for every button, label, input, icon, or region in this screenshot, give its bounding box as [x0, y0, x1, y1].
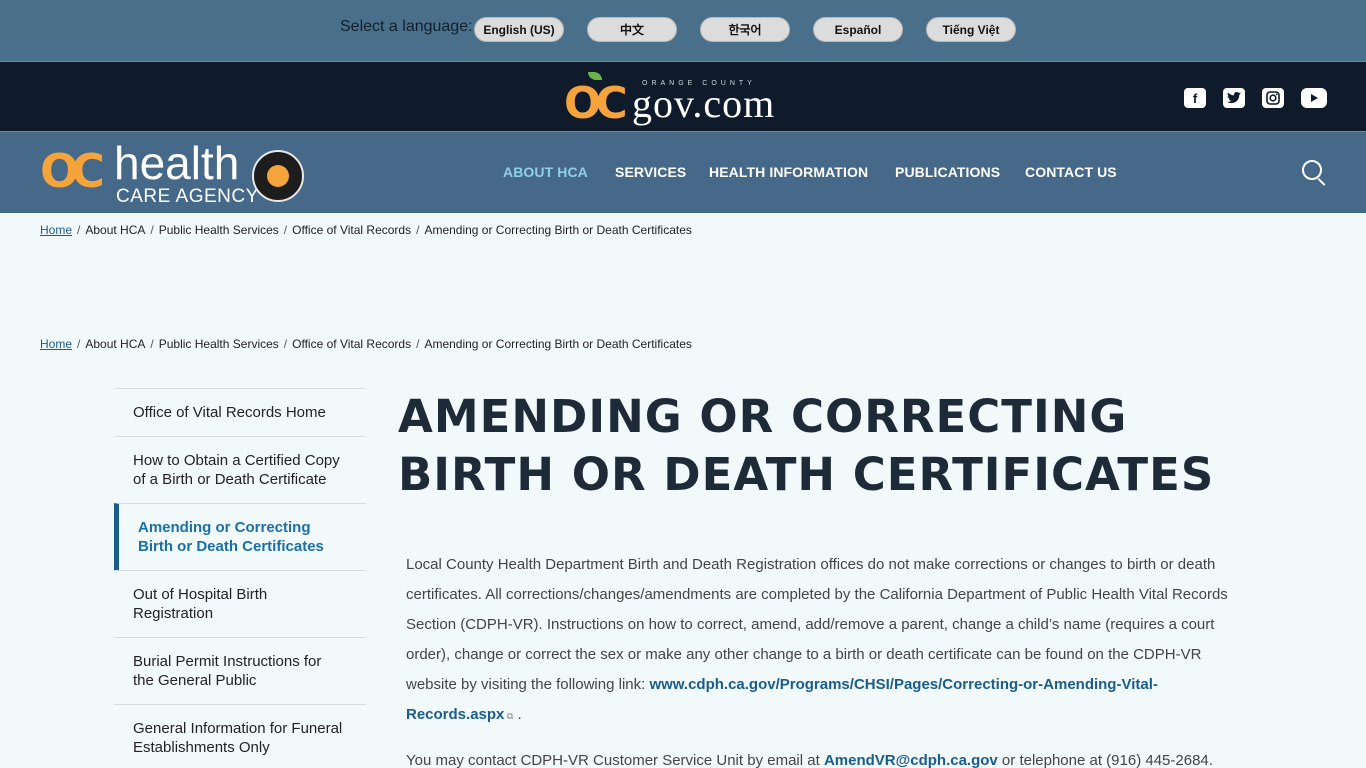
- twitter-icon[interactable]: [1223, 88, 1245, 108]
- sidebar-item-funeral-establishments[interactable]: General Information for Funeral Establis…: [114, 704, 366, 768]
- youtube-icon[interactable]: [1301, 88, 1327, 108]
- ocgov-logo-mark: OC: [564, 78, 628, 129]
- page-title: AMENDING OR CORRECTING BIRTH OR DEATH CE…: [398, 390, 1215, 501]
- sidebar-item-certified-copy[interactable]: How to Obtain a Certified Copy of a Birt…: [114, 436, 366, 503]
- nav-health-information[interactable]: HEALTH INFORMATION: [709, 164, 868, 180]
- paragraph: Local County Health Department Birth and…: [406, 550, 1236, 731]
- language-english[interactable]: English (US): [474, 17, 564, 42]
- nav-publications[interactable]: PUBLICATIONS: [895, 164, 1000, 180]
- sidebar-item-vital-records-home[interactable]: Office of Vital Records Home: [114, 388, 366, 436]
- hca-logo-mark: OC: [40, 144, 105, 198]
- breadcrumb-item[interactable]: About HCA: [85, 223, 145, 237]
- hca-logo-agency: CARE AGENCY: [116, 186, 259, 207]
- paragraph-text: .: [513, 706, 522, 723]
- breadcrumb-home[interactable]: Home: [40, 223, 72, 237]
- language-chinese[interactable]: 中文: [587, 17, 677, 42]
- ocgov-logo-text: gov.com: [632, 81, 776, 126]
- paragraph-text: You may contact CDPH-VR Customer Service…: [406, 752, 824, 768]
- nav-services[interactable]: SERVICES: [615, 164, 686, 180]
- breadcrumb-current: Amending or Correcting Birth or Death Ce…: [424, 223, 692, 237]
- breadcrumb-secondary: Home / About HCA / Public Health Services / Of…: [40, 337, 692, 351]
- breadcrumb: Home / About HCA / Public Health Services / Of…: [40, 223, 692, 237]
- paragraph-text: Local County Health Department Birth and…: [406, 556, 1228, 693]
- twitter-bird-icon: [1227, 92, 1241, 104]
- sidebar-item-amending[interactable]: Amending or Correcting Birth or Death Ce…: [114, 503, 366, 570]
- language-spanish[interactable]: Español: [813, 17, 903, 42]
- language-vietnamese[interactable]: Tiếng Việt: [926, 17, 1016, 42]
- hca-logo-health: health: [114, 137, 240, 189]
- language-label: Select a language:: [340, 18, 473, 35]
- sidebar-nav: Office of Vital Records Home How to Obta…: [114, 388, 366, 768]
- breadcrumb-current: Amending or Correcting Birth or Death Ce…: [424, 337, 692, 351]
- instagram-glyph-icon: [1266, 91, 1280, 105]
- play-icon: [1311, 94, 1318, 102]
- facebook-icon[interactable]: f: [1184, 88, 1206, 108]
- breadcrumb-item[interactable]: Public Health Services: [159, 223, 279, 237]
- breadcrumb-item[interactable]: About HCA: [85, 337, 145, 351]
- language-korean[interactable]: 한국어: [700, 17, 790, 42]
- breadcrumb-home[interactable]: Home: [40, 337, 72, 351]
- email-link[interactable]: AmendVR@cdph.ca.gov: [824, 752, 998, 768]
- sidebar-item-out-of-hospital-birth[interactable]: Out of Hospital Birth Registration: [114, 570, 366, 637]
- instagram-icon[interactable]: [1262, 88, 1284, 108]
- county-seal-icon: [252, 150, 304, 202]
- hca-header: OC health CARE AGENCY ABOUT HCA SERVICES…: [0, 132, 1366, 213]
- language-bar: Select a language: English (US) 中文 한국어 E…: [0, 0, 1366, 61]
- paragraph: You may contact CDPH-VR Customer Service…: [406, 746, 1236, 768]
- breadcrumb-item[interactable]: Public Health Services: [159, 337, 279, 351]
- external-link-icon: ⧉: [504, 711, 514, 721]
- breadcrumb-item[interactable]: Office of Vital Records: [292, 337, 411, 351]
- breadcrumb-item[interactable]: Office of Vital Records: [292, 223, 411, 237]
- ocgov-logo[interactable]: OC ORANGE COUNTY gov.com: [562, 68, 807, 130]
- nav-contact-us[interactable]: CONTACT US: [1025, 164, 1117, 180]
- ocgov-bar: OC ORANGE COUNTY gov.com f: [0, 61, 1366, 132]
- main-content: Local County Health Department Birth and…: [406, 550, 1236, 768]
- hca-logo[interactable]: OC health CARE AGENCY: [40, 137, 310, 207]
- nav-about-hca[interactable]: ABOUT HCA: [503, 164, 588, 180]
- search-icon[interactable]: [1302, 160, 1328, 186]
- sidebar-item-burial-permit[interactable]: Burial Permit Instructions for the Gener…: [114, 637, 366, 704]
- paragraph-text: or telephone at (916) 445-2684.: [997, 752, 1213, 768]
